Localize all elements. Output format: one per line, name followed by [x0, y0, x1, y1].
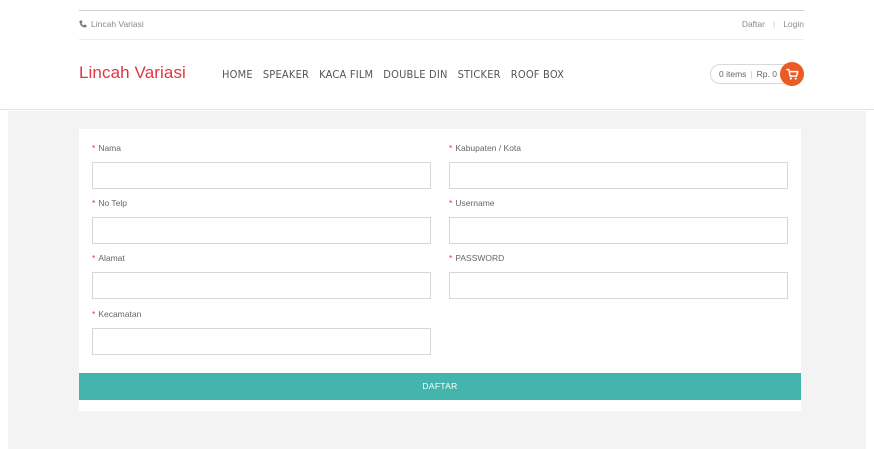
field-password: * PASSWORD: [449, 253, 788, 299]
cart-button[interactable]: [780, 62, 804, 86]
nav-sticker[interactable]: STICKER: [458, 68, 501, 81]
top-bar: Lincah Variasi Daftar | Login: [79, 10, 804, 40]
login-link[interactable]: Login: [783, 19, 804, 29]
input-kabupaten[interactable]: [449, 162, 788, 189]
cart-summary[interactable]: 0 items | Rp. 0: [710, 62, 804, 86]
input-username[interactable]: [449, 217, 788, 244]
content-area: * Nama * No Telp * Alamat * Kecamatan * Kabup…: [8, 111, 866, 449]
shopping-cart-icon: [785, 68, 799, 80]
label-password: * PASSWORD: [449, 253, 505, 263]
auth-links: Daftar | Login: [742, 19, 804, 29]
brand-logo[interactable]: Lincah Variasi: [79, 63, 186, 83]
required-mark: *: [449, 143, 453, 153]
auth-separator: |: [772, 19, 776, 29]
input-alamat[interactable]: [92, 272, 431, 299]
nav-double-din[interactable]: DOUBLE DIN: [383, 68, 447, 81]
nav-home[interactable]: HOME: [222, 68, 253, 81]
field-kecamatan: * Kecamatan: [92, 309, 431, 355]
nav-roof-box[interactable]: ROOF BOX: [511, 68, 564, 81]
contact-label: Lincah Variasi: [91, 19, 144, 29]
required-mark: *: [92, 198, 96, 208]
label-alamat: * Alamat: [92, 253, 125, 263]
input-password[interactable]: [449, 272, 788, 299]
required-mark: *: [92, 253, 96, 263]
contact-info: Lincah Variasi: [79, 19, 144, 29]
page: Lincah Variasi Daftar | Login Lincah Var…: [0, 0, 874, 449]
input-kecamatan[interactable]: [92, 328, 431, 355]
register-form: * Nama * No Telp * Alamat * Kecamatan * Kabup…: [79, 129, 801, 411]
field-no-telp: * No Telp: [92, 198, 431, 244]
required-mark: *: [449, 253, 453, 263]
cart-divider: |: [750, 69, 753, 79]
cart-total: Rp. 0: [756, 69, 777, 79]
site-header: Lincah Variasi HOME SPEAKER KACA FILM DO…: [0, 40, 874, 110]
required-mark: *: [92, 309, 96, 319]
register-link[interactable]: Daftar: [742, 19, 765, 29]
field-username: * Username: [449, 198, 788, 244]
phone-icon: [79, 20, 87, 28]
label-kecamatan: * Kecamatan: [92, 309, 142, 319]
nav-kaca-film[interactable]: KACA FILM: [319, 68, 373, 81]
label-nama: * Nama: [92, 143, 121, 153]
nav-speaker[interactable]: SPEAKER: [263, 68, 309, 81]
cart-items: 0 items: [719, 69, 747, 79]
field-nama: * Nama: [92, 143, 431, 189]
field-alamat: * Alamat: [92, 253, 431, 299]
label-kabupaten: * Kabupaten / Kota: [449, 143, 522, 153]
label-username: * Username: [449, 198, 495, 208]
required-mark: *: [92, 143, 96, 153]
submit-button[interactable]: DAFTAR: [79, 373, 801, 400]
label-no-telp: * No Telp: [92, 198, 127, 208]
input-nama[interactable]: [92, 162, 431, 189]
required-mark: *: [449, 198, 453, 208]
field-kabupaten: * Kabupaten / Kota: [449, 143, 788, 189]
main-nav: HOME SPEAKER KACA FILM DOUBLE DIN STICKE…: [222, 68, 564, 81]
input-no-telp[interactable]: [92, 217, 431, 244]
